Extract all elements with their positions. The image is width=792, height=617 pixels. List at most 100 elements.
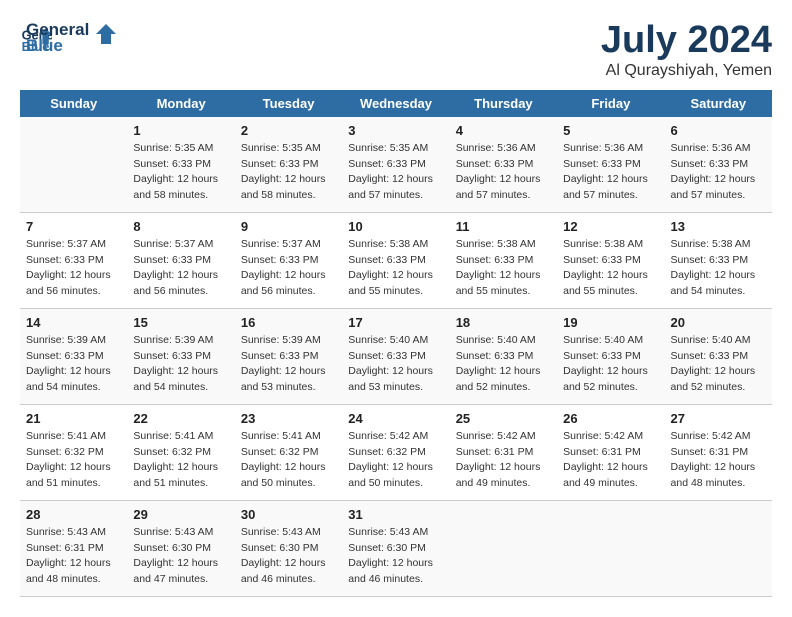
day-number: 22 <box>133 411 228 426</box>
day-info: Sunrise: 5:40 AMSunset: 6:33 PMDaylight:… <box>456 333 551 396</box>
day-info: Sunrise: 5:42 AMSunset: 6:32 PMDaylight:… <box>348 429 443 492</box>
calendar-cell: 25 Sunrise: 5:42 AMSunset: 6:31 PMDayligh… <box>450 404 557 500</box>
day-info: Sunrise: 5:43 AMSunset: 6:31 PMDaylight:… <box>26 525 121 588</box>
calendar-cell: 23Sunrise: 5:41 AMSunset: 6:32 PMDayligh… <box>235 404 342 500</box>
day-number: 18 <box>456 315 551 330</box>
calendar-cell: 7 Sunrise: 5:37 AMSunset: 6:33 PMDaylight… <box>20 212 127 308</box>
calendar-cell <box>20 117 127 213</box>
calendar-cell: 3 Sunrise: 5:35 AMSunset: 6:33 PMDaylight… <box>342 117 449 213</box>
day-number: 28 <box>26 507 121 522</box>
day-info: Sunrise: 5:43 AMSunset: 6:30 PMDaylight:… <box>348 525 443 588</box>
day-number: 20 <box>671 315 766 330</box>
calendar-cell <box>665 500 772 596</box>
calendar-cell: 9Sunrise: 5:37 AMSunset: 6:33 PMDaylight… <box>235 212 342 308</box>
day-number: 24 <box>348 411 443 426</box>
day-info: Sunrise: 5:36 AMSunset: 6:33 PMDaylight:… <box>563 141 658 204</box>
day-info: Sunrise: 5:41 AMSunset: 6:32 PMDaylight:… <box>241 429 336 492</box>
logo-arrow-icon <box>95 23 117 45</box>
day-info: Sunrise: 5:38 AMSunset: 6:33 PMDaylight:… <box>348 237 443 300</box>
week-row-3: 14 Sunrise: 5:39 AMSunset: 6:33 PMDayligh… <box>20 308 772 404</box>
day-number: 2 <box>241 123 336 138</box>
day-info: Sunrise: 5:38 AMSunset: 6:33 PMDaylight:… <box>671 237 766 300</box>
calendar-cell: 1 Sunrise: 5:35 AMSunset: 6:33 PMDaylight… <box>127 117 234 213</box>
day-number: 15 <box>133 315 228 330</box>
day-info: Sunrise: 5:35 AMSunset: 6:33 PMDaylight:… <box>348 141 443 204</box>
day-info: Sunrise: 5:40 AMSunset: 6:33 PMDaylight:… <box>671 333 766 396</box>
day-info: Sunrise: 5:37 AMSunset: 6:33 PMDaylight:… <box>26 237 121 300</box>
day-info: Sunrise: 5:35 AMSunset: 6:33 PMDaylight:… <box>133 141 228 204</box>
day-info: Sunrise: 5:36 AMSunset: 6:33 PMDaylight:… <box>456 141 551 204</box>
day-number: 12 <box>563 219 658 234</box>
day-info: Sunrise: 5:37 AMSunset: 6:33 PMDaylight:… <box>133 237 228 300</box>
week-row-1: 1 Sunrise: 5:35 AMSunset: 6:33 PMDaylight… <box>20 117 772 213</box>
day-number: 5 <box>563 123 658 138</box>
calendar-cell: 30 Sunrise: 5:43 AMSunset: 6:30 PMDayligh… <box>235 500 342 596</box>
calendar-cell: 2 Sunrise: 5:35 AMSunset: 6:33 PMDaylight… <box>235 117 342 213</box>
day-info: Sunrise: 5:35 AMSunset: 6:33 PMDaylight:… <box>241 141 336 204</box>
day-number: 19 <box>563 315 658 330</box>
month-year-title: July 2024 <box>601 20 772 62</box>
calendar-cell: 22 Sunrise: 5:41 AMSunset: 6:32 PMDayligh… <box>127 404 234 500</box>
calendar-cell: 17Sunrise: 5:40 AMSunset: 6:33 PMDayligh… <box>342 308 449 404</box>
day-number: 29 <box>133 507 228 522</box>
day-info: Sunrise: 5:41 AMSunset: 6:32 PMDaylight:… <box>26 429 121 492</box>
calendar-cell: 5 Sunrise: 5:36 AMSunset: 6:33 PMDaylight… <box>557 117 664 213</box>
calendar-cell: 13 Sunrise: 5:38 AMSunset: 6:33 PMDayligh… <box>665 212 772 308</box>
logo-blue: Blue <box>26 36 89 56</box>
day-number: 14 <box>26 315 121 330</box>
calendar-cell: 6 Sunrise: 5:36 AMSunset: 6:33 PMDaylight… <box>665 117 772 213</box>
day-info: Sunrise: 5:41 AMSunset: 6:32 PMDaylight:… <box>133 429 228 492</box>
calendar-cell <box>450 500 557 596</box>
day-info: Sunrise: 5:43 AMSunset: 6:30 PMDaylight:… <box>241 525 336 588</box>
calendar-cell <box>557 500 664 596</box>
day-info: Sunrise: 5:39 AMSunset: 6:33 PMDaylight:… <box>133 333 228 396</box>
day-number: 10 <box>348 219 443 234</box>
day-info: Sunrise: 5:36 AMSunset: 6:33 PMDaylight:… <box>671 141 766 204</box>
day-number: 13 <box>671 219 766 234</box>
day-info: Sunrise: 5:40 AMSunset: 6:33 PMDaylight:… <box>348 333 443 396</box>
day-info: Sunrise: 5:37 AMSunset: 6:33 PMDaylight:… <box>241 237 336 300</box>
calendar-cell: 8 Sunrise: 5:37 AMSunset: 6:33 PMDaylight… <box>127 212 234 308</box>
day-number: 26 <box>563 411 658 426</box>
weekday-header-row: SundayMondayTuesdayWednesdayThursdayFrid… <box>20 90 772 117</box>
weekday-header-saturday: Saturday <box>665 90 772 117</box>
day-number: 7 <box>26 219 121 234</box>
day-info: Sunrise: 5:38 AMSunset: 6:33 PMDaylight:… <box>456 237 551 300</box>
day-number: 21 <box>26 411 121 426</box>
calendar-cell: 24 Sunrise: 5:42 AMSunset: 6:32 PMDayligh… <box>342 404 449 500</box>
calendar-cell: 27Sunrise: 5:42 AMSunset: 6:31 PMDayligh… <box>665 404 772 500</box>
weekday-header-wednesday: Wednesday <box>342 90 449 117</box>
calendar-cell: 10 Sunrise: 5:38 AMSunset: 6:33 PMDayligh… <box>342 212 449 308</box>
logo: General Blue General Blue <box>20 20 117 56</box>
week-row-2: 7 Sunrise: 5:37 AMSunset: 6:33 PMDaylight… <box>20 212 772 308</box>
week-row-4: 21 Sunrise: 5:41 AMSunset: 6:32 PMDayligh… <box>20 404 772 500</box>
calendar-cell: 12Sunrise: 5:38 AMSunset: 6:33 PMDayligh… <box>557 212 664 308</box>
calendar-table: SundayMondayTuesdayWednesdayThursdayFrid… <box>20 90 772 597</box>
calendar-cell: 31Sunrise: 5:43 AMSunset: 6:30 PMDayligh… <box>342 500 449 596</box>
day-number: 6 <box>671 123 766 138</box>
calendar-cell: 28 Sunrise: 5:43 AMSunset: 6:31 PMDayligh… <box>20 500 127 596</box>
day-number: 8 <box>133 219 228 234</box>
day-info: Sunrise: 5:42 AMSunset: 6:31 PMDaylight:… <box>456 429 551 492</box>
location-subtitle: Al Qurayshiyah, Yemen <box>601 62 772 80</box>
calendar-cell: 15 Sunrise: 5:39 AMSunset: 6:33 PMDayligh… <box>127 308 234 404</box>
day-number: 27 <box>671 411 766 426</box>
title-block: July 2024 Al Qurayshiyah, Yemen <box>601 20 772 80</box>
weekday-header-friday: Friday <box>557 90 664 117</box>
day-number: 30 <box>241 507 336 522</box>
weekday-header-monday: Monday <box>127 90 234 117</box>
weekday-header-tuesday: Tuesday <box>235 90 342 117</box>
calendar-cell: 18 Sunrise: 5:40 AMSunset: 6:33 PMDayligh… <box>450 308 557 404</box>
page-header: General Blue General Blue July 2024 Al Q… <box>20 20 772 80</box>
day-info: Sunrise: 5:42 AMSunset: 6:31 PMDaylight:… <box>563 429 658 492</box>
calendar-cell: 26 Sunrise: 5:42 AMSunset: 6:31 PMDayligh… <box>557 404 664 500</box>
calendar-cell: 16 Sunrise: 5:39 AMSunset: 6:33 PMDayligh… <box>235 308 342 404</box>
calendar-cell: 29 Sunrise: 5:43 AMSunset: 6:30 PMDayligh… <box>127 500 234 596</box>
day-number: 16 <box>241 315 336 330</box>
day-info: Sunrise: 5:39 AMSunset: 6:33 PMDaylight:… <box>26 333 121 396</box>
day-info: Sunrise: 5:43 AMSunset: 6:30 PMDaylight:… <box>133 525 228 588</box>
day-number: 1 <box>133 123 228 138</box>
day-number: 25 <box>456 411 551 426</box>
day-info: Sunrise: 5:39 AMSunset: 6:33 PMDaylight:… <box>241 333 336 396</box>
day-number: 3 <box>348 123 443 138</box>
